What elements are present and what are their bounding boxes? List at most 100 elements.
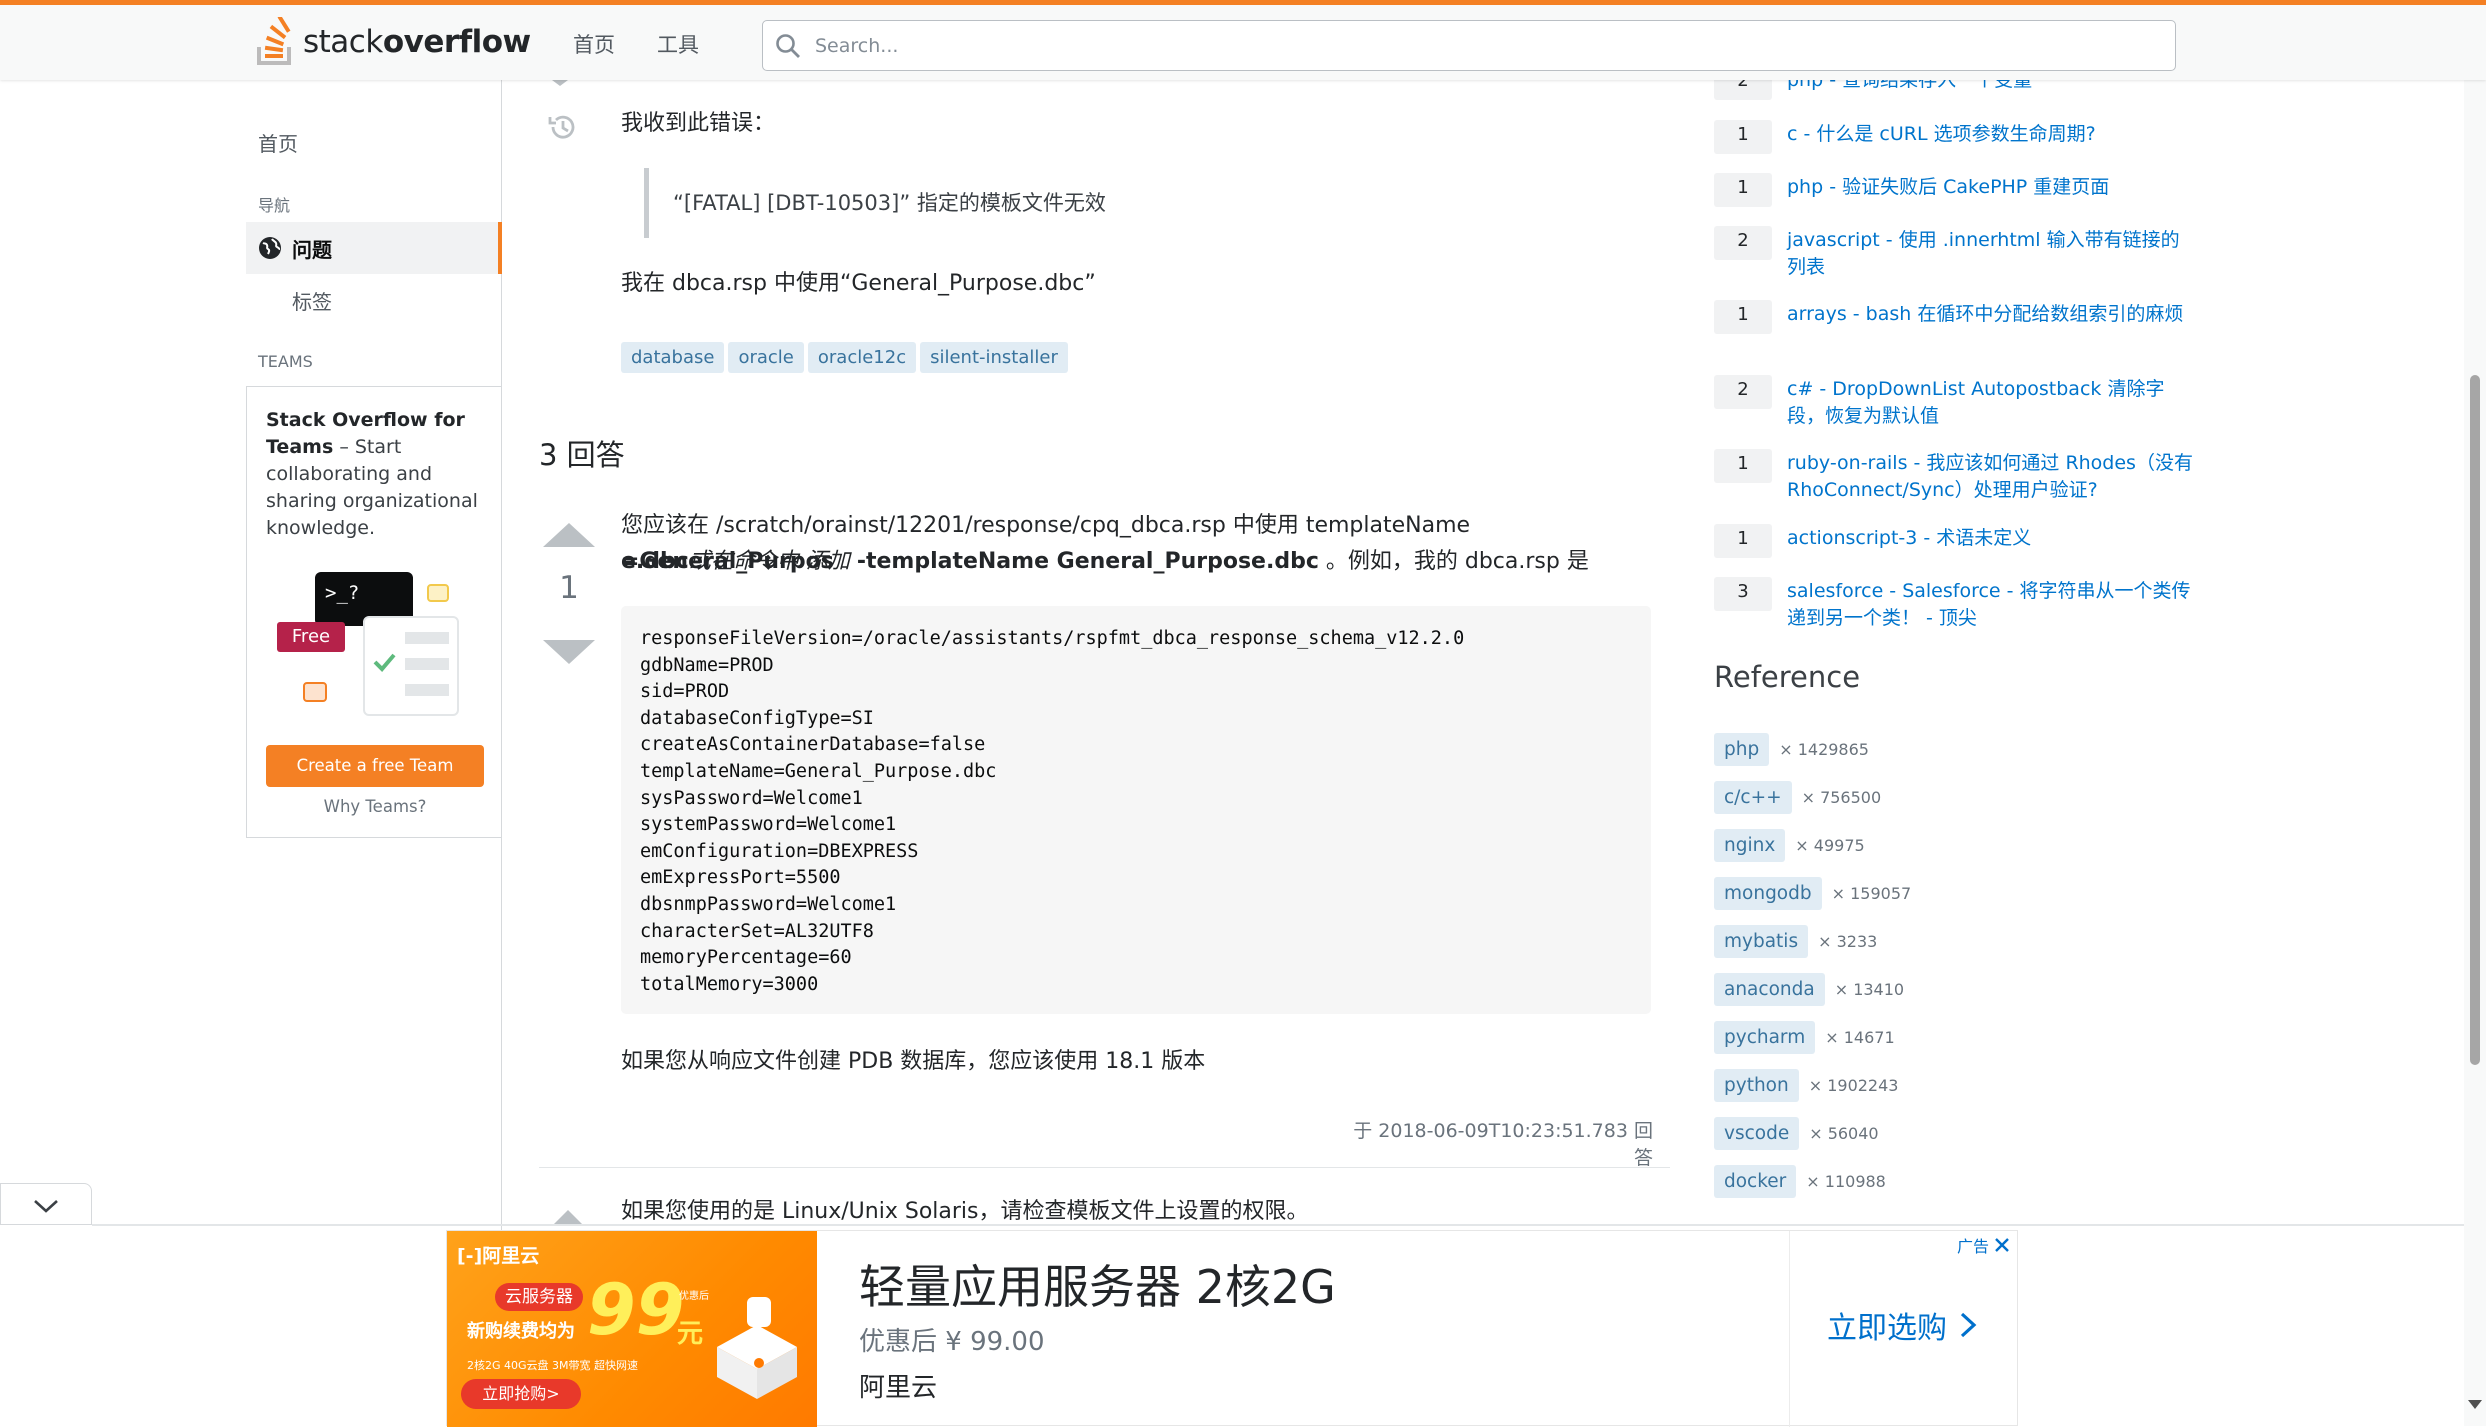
answer-bold-text: e.dbc [621, 549, 689, 574]
code-line: databaseConfigType=SI [640, 707, 874, 729]
free-badge: Free [277, 622, 345, 652]
reference-tag[interactable]: anaconda [1714, 973, 1825, 1006]
sidebar-item-tags[interactable]: 标签 [292, 286, 332, 315]
reference-tag-row: mongodb × 159057 [1714, 877, 1911, 910]
reference-tag[interactable]: c/c++ [1714, 781, 1792, 814]
search-box[interactable] [762, 20, 2176, 71]
reference-tag-count: × 1902243 [1808, 1076, 1899, 1095]
upvote-button[interactable] [543, 523, 595, 547]
related-link[interactable]: php - 验证失败后 CakePHP 重建页面 [1787, 174, 2197, 201]
stackoverflow-logo-icon [257, 17, 291, 65]
sidebar-heading-nav: 导航 [258, 196, 291, 215]
related-link[interactable]: salesforce - Salesforce - 将字符串从一个类传递到另一个… [1787, 578, 2197, 632]
reference-tag[interactable]: vscode [1714, 1117, 1800, 1150]
ad-label-text: 广告 [1957, 1237, 1990, 1256]
reference-tag-row: anaconda × 13410 [1714, 973, 1904, 1006]
server-box-icon [717, 1297, 797, 1399]
ad-image[interactable]: [-]阿里云 云服务器 新购续费均为 99 元 优惠后 2核2G 40G云盘 3… [447, 1231, 817, 1427]
ad-specs: 2核2G 40G云盘 3M带宽 超快网速 [467, 1359, 639, 1372]
ad-badge: 云服务器 [495, 1283, 583, 1311]
nav-tools[interactable]: 工具 [657, 29, 699, 59]
why-teams-link[interactable]: Why Teams? [247, 797, 503, 816]
logo-text: stackoverflow [303, 24, 531, 60]
main-content: 我收到此错误： “[FATAL] [DBT-10503]” 指定的模板文件无效 … [502, 80, 1670, 1226]
upvote-button-2[interactable] [554, 1210, 582, 1224]
related-answer-count: 2 [1714, 226, 1772, 260]
question-using-text: 我在 dbca.rsp 中使用“General_Purpose.dbc” [621, 271, 1096, 296]
reference-tag-count: × 3233 [1818, 932, 1878, 951]
top-bar: stackoverflow 首页 工具 [0, 0, 2486, 80]
related-answer-count: 1 [1714, 524, 1772, 558]
tag-database[interactable]: database [621, 342, 725, 373]
reference-tag-row: nginx × 49975 [1714, 829, 1865, 862]
checklist-icon [363, 616, 459, 716]
history-icon[interactable] [546, 110, 580, 144]
ad-banner[interactable]: [-]阿里云 云服务器 新购续费均为 99 元 优惠后 2核2G 40G云盘 3… [446, 1230, 2018, 1427]
ad-advertiser: 阿里云 [859, 1373, 938, 1403]
sidebar-item-questions[interactable]: 问题 [246, 222, 502, 274]
second-answer-preview: 如果您使用的是 Linux/Unix Solaris，请检查模板文件上设置的权限… [621, 1199, 1309, 1224]
tag-oracle12c[interactable]: oracle12c [807, 342, 917, 373]
chevron-right-icon [1960, 1312, 1977, 1338]
related-link[interactable]: php - 查询结果存入一个变量 [1787, 80, 2197, 94]
page-scrollbar[interactable] [2464, 80, 2486, 1426]
close-icon[interactable] [1993, 1236, 2011, 1254]
downvote-button[interactable] [543, 640, 595, 664]
related-link[interactable]: javascript - 使用 .innerhtml 输入带有链接的列表 [1787, 227, 2197, 281]
reference-tag-row: pycharm × 14671 [1714, 1021, 1895, 1054]
ad-headline[interactable]: 轻量应用服务器 2核2G [859, 1251, 1336, 1317]
checkmark-icon [373, 632, 449, 696]
search-input[interactable] [801, 34, 2175, 57]
code-line: memoryPercentage=60 [640, 947, 852, 969]
related-link[interactable]: arrays - bash 在循环中分配给数组索引的麻烦 [1787, 301, 2197, 328]
reference-tag[interactable]: mybatis [1714, 925, 1809, 958]
chat-bubble-icon [427, 584, 449, 602]
reference-tag-count: × 756500 [1801, 788, 1882, 807]
sidebar-item-questions-label: 问题 [292, 238, 332, 262]
code-line: systemPassword=Welcome1 [640, 814, 897, 836]
reference-tag[interactable]: pycharm [1714, 1021, 1816, 1054]
ad-grab-button[interactable]: 立即抢购> [461, 1379, 581, 1409]
related-link[interactable]: actionscript-3 - 术语未定义 [1787, 525, 2197, 552]
nav-home[interactable]: 首页 [573, 29, 615, 59]
create-team-button[interactable]: Create a free Team [266, 745, 484, 787]
vote-count: 1 [559, 570, 579, 606]
stackoverflow-logo[interactable]: stackoverflow [255, 17, 531, 67]
answer-bold-text: -templateName General_Purpose.dbc [856, 549, 1319, 574]
scrollbar-thumb[interactable] [2470, 375, 2480, 1065]
reference-tag-row: python × 1902243 [1714, 1069, 1898, 1102]
ad-top-border [92, 1224, 2464, 1226]
related-answer-count: 2 [1714, 80, 1772, 100]
vote-down-arrow-partial[interactable] [552, 80, 568, 86]
sidebar-item-home[interactable]: 首页 [258, 128, 298, 157]
related-link[interactable]: c# - DropDownList Autopostback 清除字段，恢复为默… [1787, 376, 2197, 430]
reference-tag[interactable]: nginx [1714, 829, 1786, 862]
reference-tag-count: × 49975 [1795, 836, 1865, 855]
reference-tag-count: × 56040 [1809, 1124, 1879, 1143]
collapse-ad-button[interactable] [0, 1183, 92, 1225]
code-block: responseFileVersion=/oracle/assistants/r… [621, 606, 1651, 1014]
related-link[interactable]: ruby-on-rails - 我应该如何通过 Rhodes（没有 RhoCon… [1787, 450, 2197, 504]
reference-tag-row: c/c++ × 756500 [1714, 781, 1881, 814]
related-link[interactable]: c - 什么是 cURL 选项参数生命周期? [1787, 121, 2197, 148]
ad-cta-button[interactable]: 立即选购 [1827, 1303, 1979, 1347]
search-icon [776, 33, 800, 58]
reference-tag-count: × 110988 [1806, 1172, 1886, 1191]
answer-italic-text: 或在命令中 添加 [688, 549, 857, 574]
reference-tag[interactable]: python [1714, 1069, 1799, 1102]
terminal-prompt: >_? [325, 582, 360, 604]
reference-tag-count: × 13410 [1834, 980, 1905, 999]
reference-tag-row: vscode × 56040 [1714, 1117, 1879, 1150]
code-line: characterSet=AL32UTF8 [640, 920, 874, 942]
teams-promo-text: Stack Overflow for Teams – Start collabo… [266, 407, 490, 542]
reference-tag[interactable]: mongodb [1714, 877, 1822, 910]
related-answer-count: 2 [1714, 375, 1772, 409]
scroll-down-arrow-icon[interactable] [2468, 1400, 2482, 1409]
reference-tag[interactable]: docker [1714, 1165, 1797, 1198]
related-answer-count: 1 [1714, 300, 1772, 334]
code-line: sysPassword=Welcome1 [640, 787, 863, 809]
reference-tag[interactable]: php [1714, 733, 1770, 766]
tag-oracle[interactable]: oracle [728, 342, 804, 373]
tag-silent-installer[interactable]: silent-installer [920, 342, 1068, 373]
pdb-note: 如果您从响应文件创建 PDB 数据库，您应该使用 18.1 版本 [621, 1049, 1206, 1074]
